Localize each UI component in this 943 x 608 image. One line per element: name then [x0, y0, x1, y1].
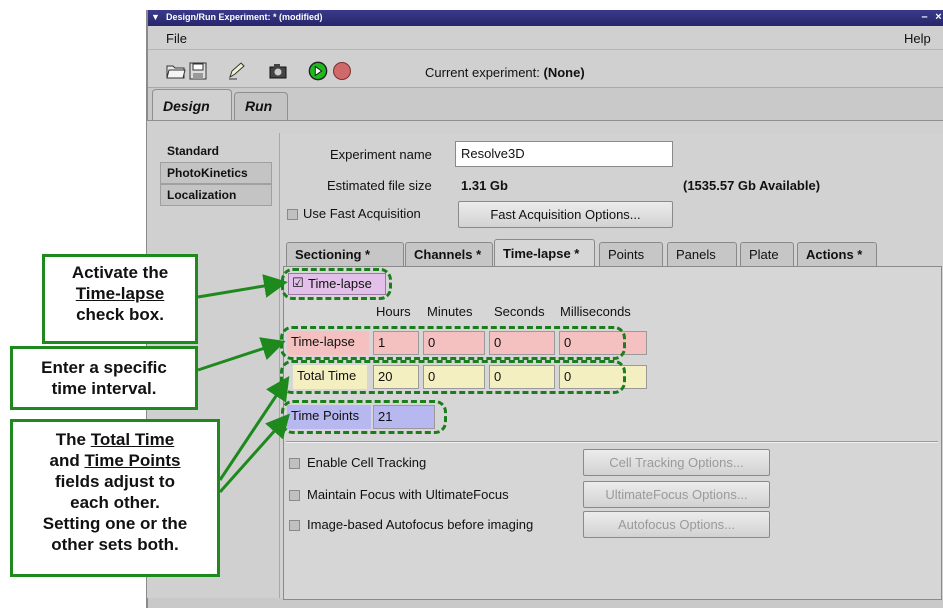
arrow-to-interval: [197, 337, 286, 372]
arrow-to-checkbox: [197, 274, 288, 299]
callout-arrows: [197, 274, 290, 493]
